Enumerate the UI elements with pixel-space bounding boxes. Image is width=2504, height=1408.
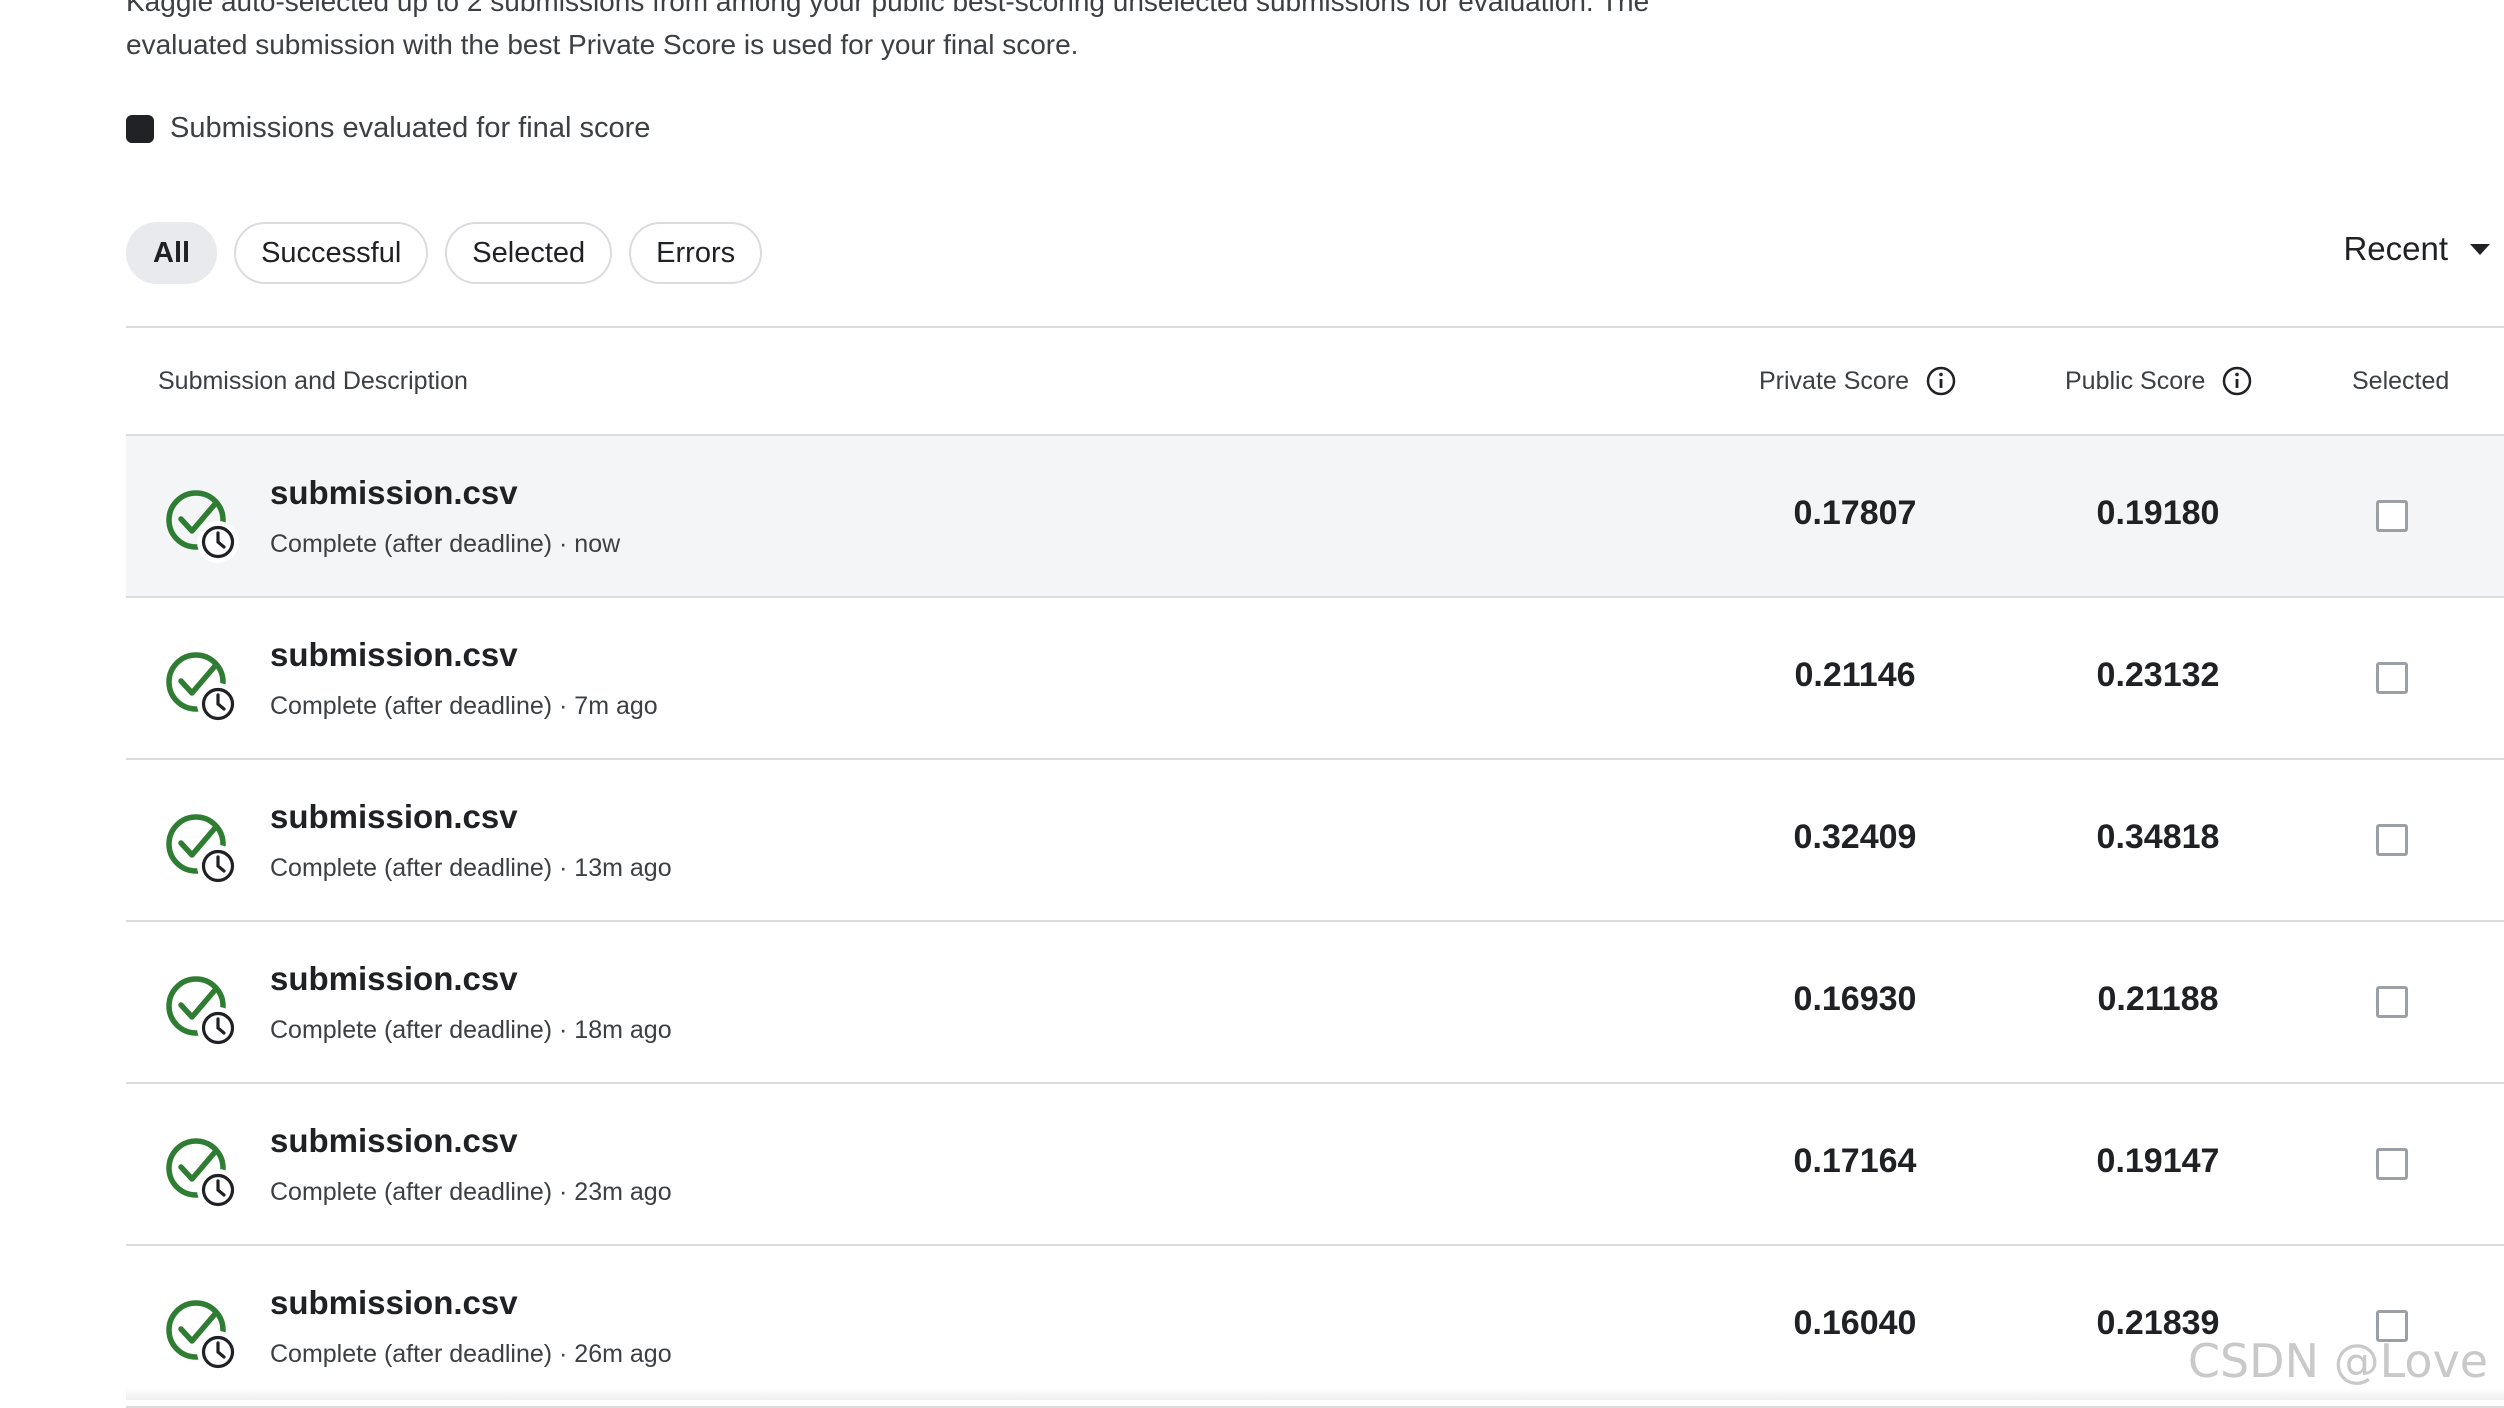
table-row[interactable]: submission.csv Complete (after deadline) … [126, 1084, 2504, 1246]
header-public-score: Public Score [2065, 328, 2253, 434]
submission-status: Complete (after deadline) · 7m ago [270, 692, 658, 720]
check-circle-clock-icon [162, 810, 248, 896]
select-checkbox[interactable] [2376, 824, 2408, 856]
submission-status: Complete (after deadline) · 26m ago [270, 1340, 672, 1368]
check-circle-clock-icon [162, 648, 248, 734]
submission-file-name[interactable]: submission.csv [270, 798, 518, 836]
private-score: 0.16040 [1793, 1304, 1917, 1342]
sort-dropdown[interactable]: Recent [2343, 230, 2490, 268]
header-private-score: Private Score [1759, 328, 1957, 434]
submission-file-name[interactable]: submission.csv [270, 474, 518, 512]
public-score: 0.23132 [2096, 656, 2220, 694]
submission-file-name[interactable]: submission.csv [270, 960, 518, 998]
submission-file-name[interactable]: submission.csv [270, 636, 518, 674]
public-score: 0.19180 [2096, 494, 2220, 532]
sort-label: Recent [2343, 230, 2448, 267]
public-score: 0.21188 [2097, 980, 2219, 1018]
select-checkbox[interactable] [2376, 500, 2408, 532]
check-circle-clock-icon [162, 1134, 248, 1220]
info-icon[interactable] [1925, 365, 1957, 397]
check-circle-clock-icon [162, 486, 248, 572]
table-row[interactable]: submission.csv Complete (after deadline) … [126, 760, 2504, 922]
table-row[interactable]: submission.csv Complete (after deadline) … [126, 1246, 2504, 1408]
submission-file-name[interactable]: submission.csv [270, 1122, 518, 1160]
header-description: Submission and Description [158, 366, 468, 395]
filter-chip-successful[interactable]: Successful [234, 222, 429, 284]
submission-status: Complete (after deadline) · now [270, 530, 621, 558]
header-private-score-label: Private Score [1759, 366, 1910, 395]
intro-text: Kaggle auto-selected up to 2 submissions… [126, 0, 1826, 66]
header-selected: Selected [2352, 366, 2450, 395]
check-circle-clock-icon [162, 1296, 248, 1382]
table-row[interactable]: submission.csv Complete (after deadline) … [126, 922, 2504, 1084]
header-public-score-label: Public Score [2065, 366, 2206, 395]
bottom-edge-shadow [126, 1388, 2504, 1400]
public-score: 0.19147 [2096, 1142, 2220, 1180]
select-checkbox[interactable] [2376, 662, 2408, 694]
legend-label: Submissions evaluated for final score [170, 112, 651, 144]
info-icon[interactable] [2221, 365, 2253, 397]
table-body: submission.csv Complete (after deadline) … [126, 436, 2504, 1408]
submissions-table: Submission and Description Private Score… [126, 326, 2504, 1408]
caret-down-icon [2470, 243, 2490, 255]
private-score: 0.17164 [1793, 1142, 1917, 1180]
private-score: 0.17807 [1793, 494, 1917, 532]
submissions-panel: Kaggle auto-selected up to 2 submissions… [126, 0, 2504, 1408]
watermark: CSDN @Love 6 [2187, 1334, 2504, 1388]
legend-swatch [126, 114, 154, 143]
select-checkbox[interactable] [2376, 986, 2408, 1018]
table-row[interactable]: submission.csv Complete (after deadline) … [126, 598, 2504, 760]
intro-line-2: evaluated submission with the best Priva… [126, 29, 1079, 60]
submission-status: Complete (after deadline) · 18m ago [270, 1016, 672, 1044]
intro-line-1: Kaggle auto-selected up to 2 submissions… [126, 0, 1650, 17]
table-header: Submission and Description Private Score… [126, 326, 2504, 436]
table-row[interactable]: submission.csv Complete (after deadline) … [126, 436, 2504, 598]
submission-status: Complete (after deadline) · 23m ago [270, 1178, 672, 1206]
submission-file-name[interactable]: submission.csv [270, 1284, 518, 1322]
filter-chip-selected[interactable]: Selected [445, 222, 613, 284]
legend: Submissions evaluated for final score [126, 112, 650, 145]
public-score: 0.34818 [2096, 818, 2220, 856]
select-checkbox[interactable] [2376, 1148, 2408, 1180]
filter-chips: All Successful Selected Errors [126, 222, 763, 284]
check-circle-clock-icon [162, 972, 248, 1058]
filter-chip-all[interactable]: All [126, 222, 218, 284]
private-score: 0.16930 [1793, 980, 1917, 1018]
private-score: 0.32409 [1793, 818, 1917, 856]
filter-chip-errors[interactable]: Errors [629, 222, 763, 284]
submission-status: Complete (after deadline) · 13m ago [270, 854, 672, 882]
private-score: 0.21146 [1794, 656, 1916, 694]
